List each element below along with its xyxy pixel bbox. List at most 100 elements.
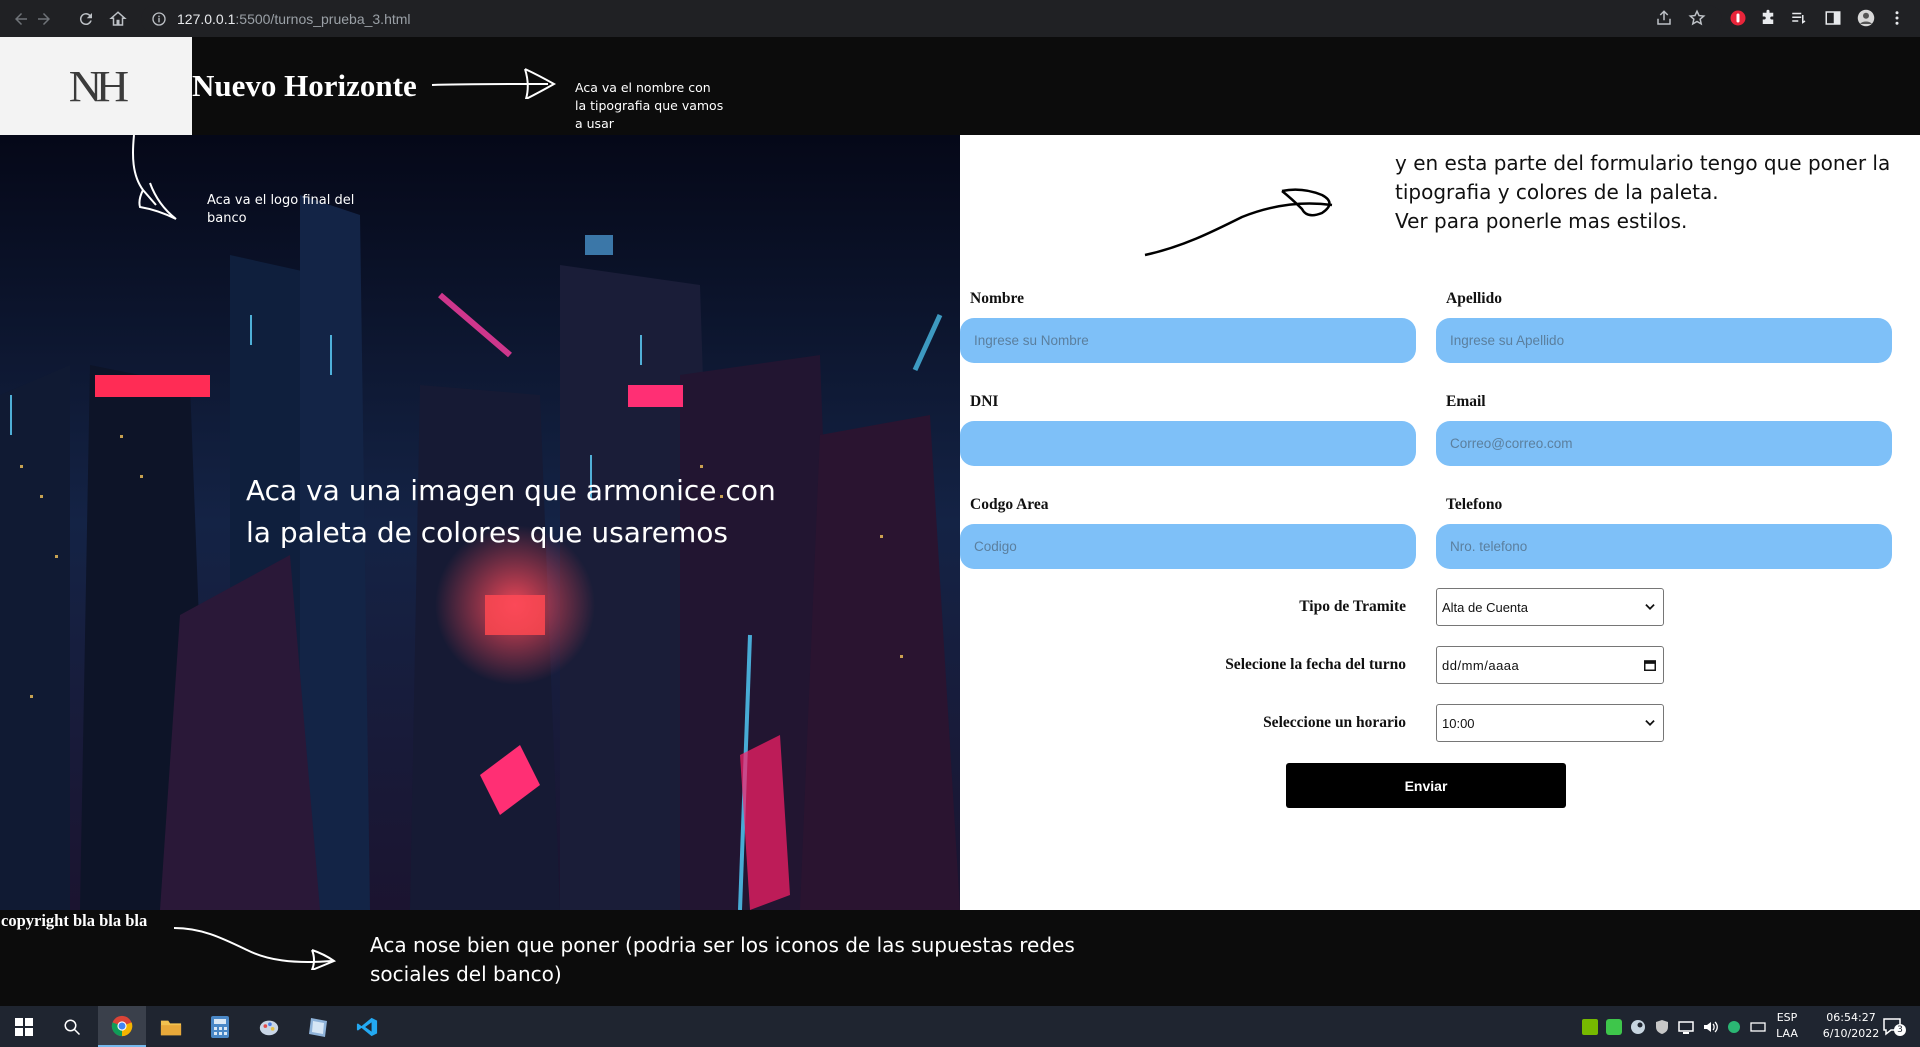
fecha-input[interactable]: dd/mm/aaaa bbox=[1436, 646, 1664, 684]
telefono-input[interactable] bbox=[1436, 524, 1892, 569]
nombre-input[interactable] bbox=[960, 318, 1416, 363]
taskbar-app-5[interactable] bbox=[294, 1006, 342, 1047]
fecha-value: dd/mm/aaaa bbox=[1442, 657, 1520, 673]
chevron-down-icon bbox=[1645, 604, 1655, 610]
extensions-button[interactable] bbox=[1759, 9, 1777, 27]
tramite-label: Tipo de Tramite bbox=[1299, 598, 1406, 615]
taskbar-file-explorer[interactable] bbox=[147, 1006, 195, 1047]
annotation-arrow-footer bbox=[173, 927, 337, 970]
nombre-label: Nombre bbox=[970, 290, 1024, 307]
menu-button[interactable] bbox=[1888, 9, 1906, 27]
bookmark-button[interactable] bbox=[1688, 9, 1706, 27]
tramite-select[interactable]: Alta de Cuenta bbox=[1436, 588, 1664, 626]
enviar-button[interactable]: Enviar bbox=[1286, 763, 1566, 808]
reading-list-icon bbox=[1792, 12, 1806, 24]
dni-input[interactable] bbox=[960, 421, 1416, 466]
chevron-down-icon bbox=[1645, 720, 1655, 726]
hero-image: Aca va el logo final del banco Aca va un… bbox=[0, 135, 960, 910]
bank-logo[interactable]: NH bbox=[0, 37, 192, 135]
email-label: Email bbox=[1446, 393, 1486, 410]
calculator-icon bbox=[211, 1015, 229, 1038]
apellido-label: Apellido bbox=[1446, 290, 1502, 307]
folder-icon bbox=[160, 1020, 182, 1035]
hero-caption: Aca va una imagen que armonice con la pa… bbox=[246, 474, 776, 549]
url-text: 127.0.0.1:5500/turnos_prueba_3.html bbox=[177, 11, 411, 27]
reload-icon bbox=[79, 12, 92, 25]
copyright-text: copyright bla bla bla bbox=[1, 911, 148, 930]
calendar-icon[interactable] bbox=[1643, 658, 1657, 672]
logo-monogram: NH bbox=[68, 61, 129, 111]
taskbar-app-4[interactable] bbox=[245, 1006, 293, 1047]
share-button[interactable] bbox=[1655, 9, 1673, 27]
browser-toolbar: 127.0.0.1:5500/turnos_prueba_3.html bbox=[0, 0, 1920, 37]
start-button[interactable] bbox=[0, 1006, 48, 1047]
site-footer: copyright bla bla bla Aca nose bien que … bbox=[0, 910, 1920, 1006]
language-indicator[interactable]: ESP LAA bbox=[1772, 1010, 1802, 1042]
side-panel-button[interactable] bbox=[1824, 9, 1842, 27]
home-button[interactable] bbox=[103, 0, 133, 37]
language-top: ESP bbox=[1776, 1011, 1798, 1024]
horario-value: 10:00 bbox=[1442, 715, 1475, 731]
fecha-label: Selecione la fecha del turno bbox=[1225, 656, 1406, 673]
taskbar-vscode[interactable] bbox=[343, 1006, 391, 1047]
note-logo: Aca va el logo final del banco bbox=[207, 193, 355, 226]
annotation-arrow-name bbox=[431, 68, 557, 99]
notes-app-icon bbox=[309, 1017, 327, 1037]
area-code-label: Codgo Area bbox=[970, 496, 1049, 513]
tramite-value: Alta de Cuenta bbox=[1442, 599, 1529, 615]
chrome-icon bbox=[111, 1015, 133, 1036]
turno-form: y en esta parte del formulario tengo que… bbox=[960, 135, 1920, 910]
volume-tray-icon[interactable] bbox=[1702, 1019, 1718, 1035]
area-code-input[interactable] bbox=[960, 524, 1416, 569]
search-icon bbox=[64, 1019, 81, 1035]
search-button[interactable] bbox=[48, 1006, 96, 1047]
adblock-extension[interactable] bbox=[1729, 9, 1747, 27]
notification-center[interactable]: 3 bbox=[1882, 1016, 1906, 1038]
url-path: :5500/turnos_prueba_3.html bbox=[235, 11, 411, 27]
horario-select[interactable]: 10:00 bbox=[1436, 704, 1664, 742]
language-bottom: LAA bbox=[1776, 1027, 1798, 1040]
arrow-right-icon bbox=[38, 12, 50, 25]
annotation-arrow-form bbox=[1144, 188, 1333, 257]
note-form-styles: y en esta parte del formulario tengo que… bbox=[1395, 151, 1891, 233]
paint-app-icon bbox=[259, 1020, 279, 1035]
site-header: NH Nuevo Horizonte Aca va el nombre con … bbox=[0, 37, 1920, 135]
puzzle-icon bbox=[1762, 9, 1774, 24]
taskbar-chrome[interactable] bbox=[98, 1006, 146, 1047]
reload-button[interactable] bbox=[71, 0, 101, 37]
profile-button[interactable] bbox=[1857, 9, 1875, 27]
windows-taskbar: ESP LAA 06:54:27 6/10/2022 3 bbox=[0, 1006, 1920, 1047]
horario-label: Seleccione un horario bbox=[1263, 714, 1406, 731]
vscode-icon bbox=[356, 1017, 378, 1036]
network-tray-icon[interactable] bbox=[1678, 1019, 1694, 1035]
url-host: 127.0.0.1 bbox=[177, 11, 236, 27]
taskbar-calculator[interactable] bbox=[196, 1006, 244, 1047]
arrow-left-icon bbox=[15, 12, 27, 25]
brand-name[interactable]: Nuevo Horizonte bbox=[192, 68, 417, 104]
note-social-icons: Aca nose bien que poner (podria ser los … bbox=[370, 933, 1075, 986]
avatar-icon bbox=[1857, 9, 1875, 27]
dni-label: DNI bbox=[970, 393, 999, 410]
side-panel-icon bbox=[1825, 11, 1841, 25]
green-tray-icon[interactable] bbox=[1606, 1019, 1622, 1035]
telefono-label: Telefono bbox=[1446, 496, 1503, 513]
reading-list-button[interactable] bbox=[1790, 9, 1808, 27]
keyboard-tray-icon[interactable] bbox=[1750, 1019, 1766, 1035]
nvidia-tray-icon[interactable] bbox=[1582, 1019, 1598, 1035]
star-icon bbox=[1688, 9, 1706, 26]
kebab-menu-icon bbox=[1895, 11, 1899, 25]
annotation-arrow-logo bbox=[132, 135, 177, 220]
email-input[interactable] bbox=[1436, 421, 1892, 466]
notification-badge: 3 bbox=[1894, 1024, 1906, 1036]
home-icon bbox=[109, 10, 127, 26]
address-bar[interactable]: 127.0.0.1:5500/turnos_prueba_3.html bbox=[141, 5, 1722, 33]
info-icon bbox=[152, 12, 166, 26]
steam-tray-icon[interactable] bbox=[1630, 1019, 1646, 1035]
windows-icon bbox=[15, 1017, 33, 1036]
forward-button[interactable] bbox=[29, 0, 59, 37]
share-icon bbox=[1657, 10, 1671, 25]
shield-tray-icon[interactable] bbox=[1654, 1019, 1670, 1035]
apellido-input[interactable] bbox=[1436, 318, 1892, 363]
note-typography: Aca va el nombre con la tipografia que v… bbox=[575, 80, 724, 131]
green-app-tray-icon[interactable] bbox=[1726, 1019, 1742, 1035]
